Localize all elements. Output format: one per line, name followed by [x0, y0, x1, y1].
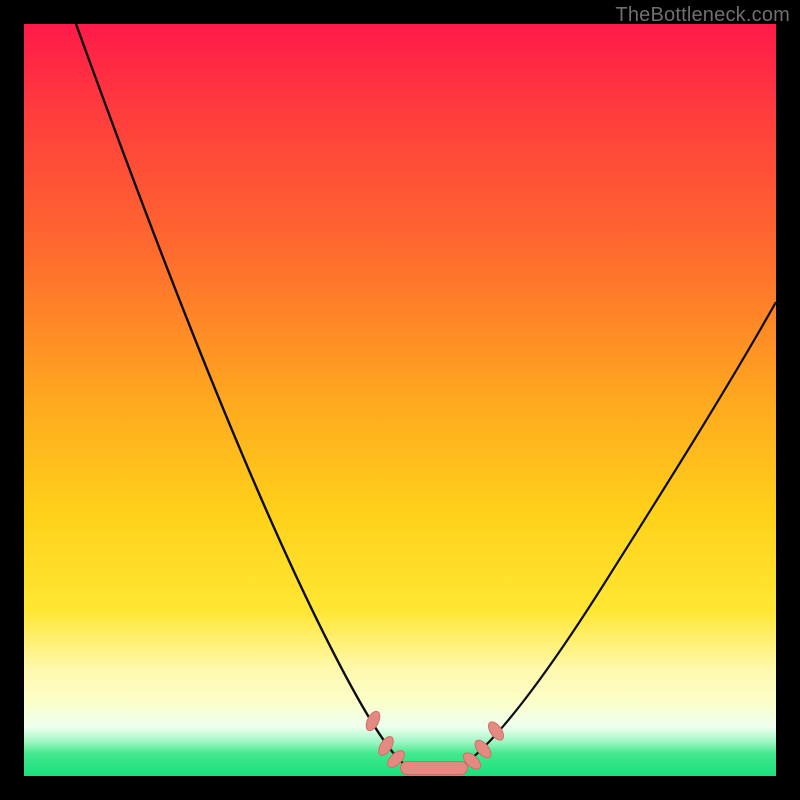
plot-frame [24, 24, 776, 776]
curve-plateau-marker [400, 761, 468, 775]
watermark-text: TheBottleneck.com [615, 4, 790, 27]
bottleneck-curve [24, 24, 776, 776]
